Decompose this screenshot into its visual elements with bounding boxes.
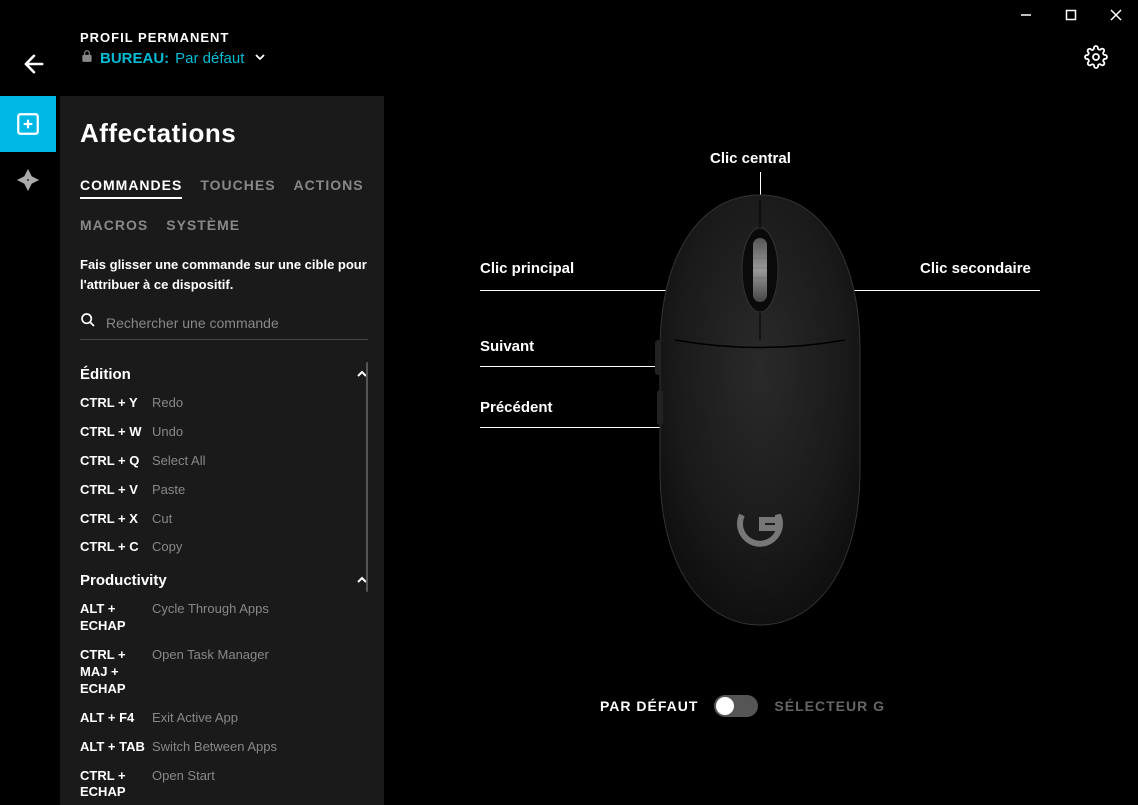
minimize-button[interactable] bbox=[1003, 0, 1048, 30]
callout-line bbox=[480, 366, 655, 367]
callout-forward: Suivant bbox=[480, 338, 534, 355]
tab-systeme[interactable]: SYSTÈME bbox=[166, 217, 240, 237]
command-item[interactable]: CTRL + XCut bbox=[80, 511, 368, 528]
mouse-image bbox=[645, 190, 875, 630]
device-visualization: Clic central Clic principal Clic seconda… bbox=[400, 150, 1120, 670]
back-button[interactable] bbox=[20, 50, 48, 83]
sensitivity-tab-button[interactable] bbox=[0, 152, 56, 208]
profile-selector[interactable]: BUREAU: Par défaut bbox=[80, 49, 266, 68]
section-title: Productivity bbox=[80, 572, 167, 589]
section-header-edition[interactable]: Édition bbox=[80, 366, 368, 383]
callout-middle-click: Clic central bbox=[710, 150, 791, 167]
command-item[interactable]: CTRL + MAJ + ECHAPOpen Task Manager bbox=[80, 647, 368, 698]
window-controls bbox=[1003, 0, 1138, 30]
callout-primary-click: Clic principal bbox=[480, 260, 574, 277]
scrollbar[interactable] bbox=[366, 362, 368, 592]
maximize-button[interactable] bbox=[1048, 0, 1093, 30]
default-label: Par défaut bbox=[175, 50, 244, 67]
tab-macros[interactable]: MACROS bbox=[80, 217, 148, 237]
assignments-panel: Affectations COMMANDES TOUCHES ACTIONS M… bbox=[60, 96, 384, 805]
callout-back: Précédent bbox=[480, 399, 553, 416]
command-item[interactable]: CTRL + WUndo bbox=[80, 424, 368, 441]
gselector-mode-label: SÉLECTEUR G bbox=[774, 698, 885, 714]
search-icon bbox=[80, 312, 96, 333]
command-item[interactable]: ALT + TABSwitch Between Apps bbox=[80, 739, 368, 756]
category-tabs: COMMANDES TOUCHES ACTIONS MACROS SYSTÈME bbox=[80, 177, 368, 237]
search-input[interactable] bbox=[106, 315, 368, 331]
section-header-productivity[interactable]: Productivity bbox=[80, 572, 368, 589]
panel-title: Affectations bbox=[80, 118, 368, 149]
callout-line bbox=[480, 427, 660, 428]
assignments-tab-button[interactable] bbox=[0, 96, 56, 152]
command-item[interactable]: CTRL + VPaste bbox=[80, 482, 368, 499]
command-item[interactable]: CTRL + ECHAPOpen Start bbox=[80, 768, 368, 802]
command-item[interactable]: CTRL + QSelect All bbox=[80, 453, 368, 470]
close-button[interactable] bbox=[1093, 0, 1138, 30]
profile-header: PROFIL PERMANENT BUREAU: Par défaut bbox=[80, 30, 266, 68]
left-rail bbox=[0, 96, 56, 208]
callout-secondary-click: Clic secondaire bbox=[920, 260, 1031, 277]
command-item[interactable]: CTRL + YRedo bbox=[80, 395, 368, 412]
command-item[interactable]: CTRL + CCopy bbox=[80, 539, 368, 556]
section-title: Édition bbox=[80, 366, 131, 383]
chevron-down-icon bbox=[254, 50, 266, 68]
profile-label: PROFIL PERMANENT bbox=[80, 30, 266, 45]
command-list[interactable]: Édition CTRL + YRedo CTRL + WUndo CTRL +… bbox=[80, 362, 368, 805]
toggle-knob bbox=[716, 697, 734, 715]
command-item[interactable]: ALT + ECHAPCycle Through Apps bbox=[80, 601, 368, 635]
footer-toggle-row: PAR DÉFAUT SÉLECTEUR G bbox=[600, 695, 885, 717]
command-item[interactable]: ALT + F4Exit Active App bbox=[80, 710, 368, 727]
lock-icon bbox=[80, 49, 94, 68]
tab-commandes[interactable]: COMMANDES bbox=[80, 177, 182, 199]
search-row bbox=[80, 312, 368, 340]
default-mode-label: PAR DÉFAUT bbox=[600, 698, 698, 714]
mode-toggle[interactable] bbox=[714, 695, 758, 717]
settings-button[interactable] bbox=[1084, 45, 1108, 74]
bureau-label: BUREAU: bbox=[100, 50, 169, 67]
tab-actions[interactable]: ACTIONS bbox=[294, 177, 364, 199]
instruction-text: Fais glisser une commande sur une cible … bbox=[80, 255, 368, 294]
tab-touches[interactable]: TOUCHES bbox=[200, 177, 275, 199]
